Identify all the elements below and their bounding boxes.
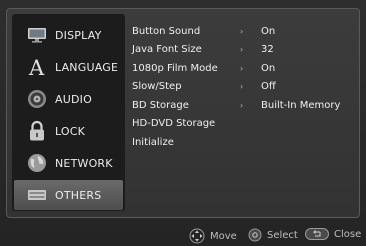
- setting-row-hd-dvd-storage[interactable]: HD-DVD Storage: [130, 114, 356, 132]
- setting-row-slow-step[interactable]: Slow/Step › Off: [130, 77, 356, 95]
- setting-value: 32: [261, 43, 274, 55]
- setting-name: 1080p Film Mode: [132, 62, 218, 74]
- chevron-right-icon: ›: [240, 81, 244, 91]
- svg-text:A: A: [28, 56, 45, 78]
- hint-close: Close: [305, 228, 361, 240]
- sidebar-item-lock[interactable]: LOCK: [14, 116, 123, 146]
- setting-name: BD Storage: [132, 99, 189, 111]
- return-button-icon: [305, 228, 329, 240]
- hint-select-label: Select: [267, 229, 298, 241]
- padlock-icon: [26, 120, 48, 142]
- sidebar-item-label: LANGUAGE: [55, 60, 119, 74]
- setting-row-bd-storage[interactable]: BD Storage › Built-In Memory: [130, 96, 356, 114]
- chevron-right-icon: ›: [240, 44, 244, 54]
- setting-row-java-font-size[interactable]: Java Font Size › 32: [130, 40, 356, 58]
- setting-value: Built-In Memory: [261, 99, 341, 111]
- enter-button-icon: [248, 228, 262, 242]
- sidebar: DISPLAY A LANGUAGE AUDIO LOCK NETWORK OT…: [12, 14, 125, 211]
- sidebar-item-label: NETWORK: [55, 156, 113, 170]
- dpad-icon: [189, 228, 205, 244]
- setting-value: On: [261, 62, 276, 74]
- speaker-icon: [26, 88, 48, 110]
- sidebar-item-others[interactable]: OTHERS: [14, 180, 123, 210]
- setting-value: On: [261, 25, 276, 37]
- sidebar-item-display[interactable]: DISPLAY: [14, 20, 123, 50]
- sidebar-item-label: AUDIO: [55, 92, 92, 106]
- globe-icon: [26, 152, 48, 174]
- sidebar-item-label: LOCK: [55, 124, 86, 138]
- hint-move-label: Move: [210, 230, 237, 242]
- sidebar-item-network[interactable]: NETWORK: [14, 148, 123, 178]
- letter-a-icon: A: [26, 56, 48, 78]
- setting-row-1080p-film-mode[interactable]: 1080p Film Mode › On: [130, 59, 356, 77]
- sidebar-item-label: DISPLAY: [55, 28, 102, 42]
- hint-select: Select: [248, 228, 298, 242]
- setting-name: HD-DVD Storage: [132, 117, 216, 129]
- chevron-right-icon: ›: [240, 26, 244, 36]
- button-guide: Move Select Close: [0, 220, 366, 246]
- chevron-right-icon: ›: [240, 100, 244, 110]
- sidebar-item-audio[interactable]: AUDIO: [14, 84, 123, 114]
- sidebar-item-language[interactable]: A LANGUAGE: [14, 52, 123, 82]
- setting-name: Java Font Size: [132, 43, 202, 55]
- sidebar-item-label: OTHERS: [55, 188, 102, 202]
- setting-row-button-sound[interactable]: Button Sound › On: [130, 22, 356, 40]
- settings-list: Button Sound › On Java Font Size › 32 10…: [130, 14, 356, 214]
- setting-name: Slow/Step: [132, 80, 182, 92]
- hint-move: Move: [189, 228, 237, 244]
- setting-name: Initialize: [132, 136, 174, 148]
- setting-value: Off: [261, 80, 276, 92]
- setting-row-initialize[interactable]: Initialize: [130, 133, 356, 151]
- monitor-icon: [26, 24, 48, 46]
- hint-close-label: Close: [334, 228, 362, 240]
- chevron-right-icon: ›: [240, 63, 244, 73]
- device-icon: [26, 184, 48, 206]
- setting-name: Button Sound: [132, 25, 201, 37]
